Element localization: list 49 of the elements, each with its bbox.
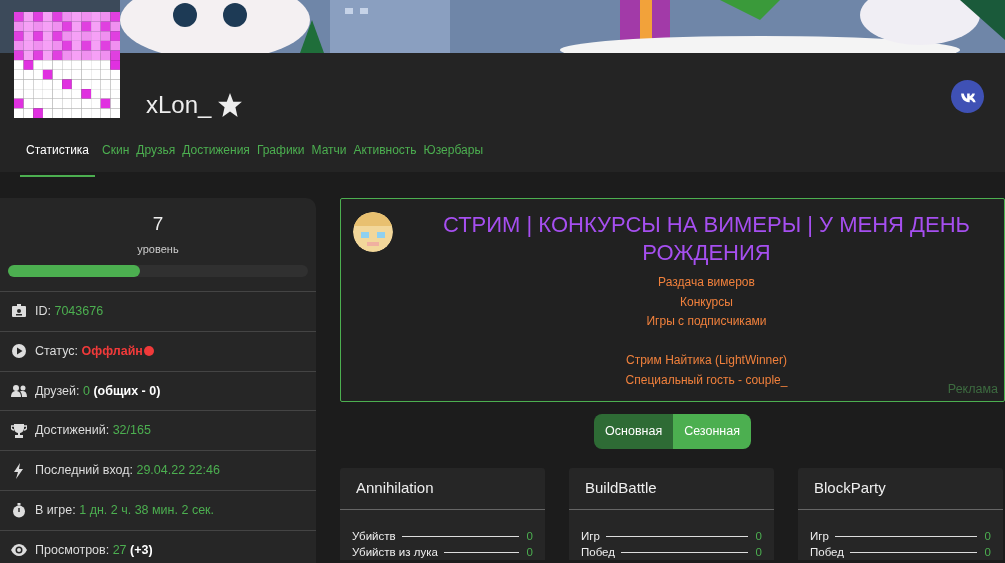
vk-button[interactable] — [951, 80, 984, 113]
ad-text: Конкурсы — [680, 294, 733, 309]
stat-label: Убийств — [352, 529, 396, 545]
ad-text: Игры с подписчиками — [646, 314, 767, 328]
player-name: xLon_ — [146, 90, 212, 120]
ad-text: Специальный гость - couple_ — [625, 372, 788, 387]
ad-title[interactable]: СТРИМ | КОНКУРСЫ НА ВИМЕРЫ | У МЕНЯ ДЕНЬ РОЖДЕНИЯ — [419, 211, 994, 267]
ad-text: Стрим Найтика (LightWinner) — [626, 353, 787, 367]
stat-text: Статус: Оффлайн — [35, 341, 154, 361]
trophy-icon — [11, 422, 27, 439]
stat-text: Просмотров: 27 (+3) — [35, 541, 153, 559]
stat-value: 0 — [526, 529, 533, 545]
stat-value: 0 — [526, 545, 533, 561]
ad-label: Реклама — [947, 381, 998, 399]
profile-tab[interactable]: Активность — [353, 131, 417, 177]
stat-label: Убийств из лука — [352, 545, 438, 561]
stat-value: 0 — [984, 529, 991, 545]
mode-toggle-button[interactable]: Основная — [594, 414, 674, 449]
avatar-icon — [353, 212, 393, 252]
stat-label: Игр — [581, 529, 600, 545]
profile-tab[interactable]: Достижения — [182, 131, 250, 177]
eye-icon — [11, 542, 27, 559]
stopwatch-icon — [11, 502, 27, 519]
stat-text: Друзей: 0 (общих - 0) — [35, 382, 161, 400]
profile-tab[interactable]: Графики — [256, 131, 305, 177]
stat-text: Последний вход: 29.04.22 22:46 — [35, 462, 220, 480]
profile-tab[interactable]: Матчи — [311, 131, 347, 177]
stat-text: Достижений: 32/165 — [35, 422, 151, 440]
stat-value: 0 — [984, 545, 991, 561]
game-title: BlockParty — [798, 467, 1003, 511]
stat-text: ID: 7043676 — [35, 303, 104, 320]
id-card-icon — [11, 303, 27, 320]
profile-tab[interactable]: Юзербары — [423, 131, 483, 177]
stat-value: 0 — [755, 545, 762, 561]
game-title: Annihilation — [340, 467, 545, 511]
ad-text: Раздача вимеров — [658, 275, 755, 289]
stat-text: В игре: 1 дн. 2 ч. 38 мин. 2 сек. — [35, 502, 215, 519]
level-caption: уровень — [136, 241, 180, 257]
stat-label: Побед — [810, 545, 844, 561]
play-icon — [11, 343, 27, 360]
stat-label: Игр — [810, 529, 829, 545]
level-number: 7 — [151, 212, 165, 236]
stat-value: 0 — [755, 529, 762, 545]
profile-tab[interactable]: Скин — [102, 131, 130, 177]
profile-tab[interactable]: Статистика — [20, 131, 96, 177]
stat-label: Побед — [581, 545, 615, 561]
profile-tab[interactable]: Друзья — [136, 131, 176, 177]
game-title: BuildBattle — [569, 467, 774, 511]
users-icon — [11, 383, 27, 399]
